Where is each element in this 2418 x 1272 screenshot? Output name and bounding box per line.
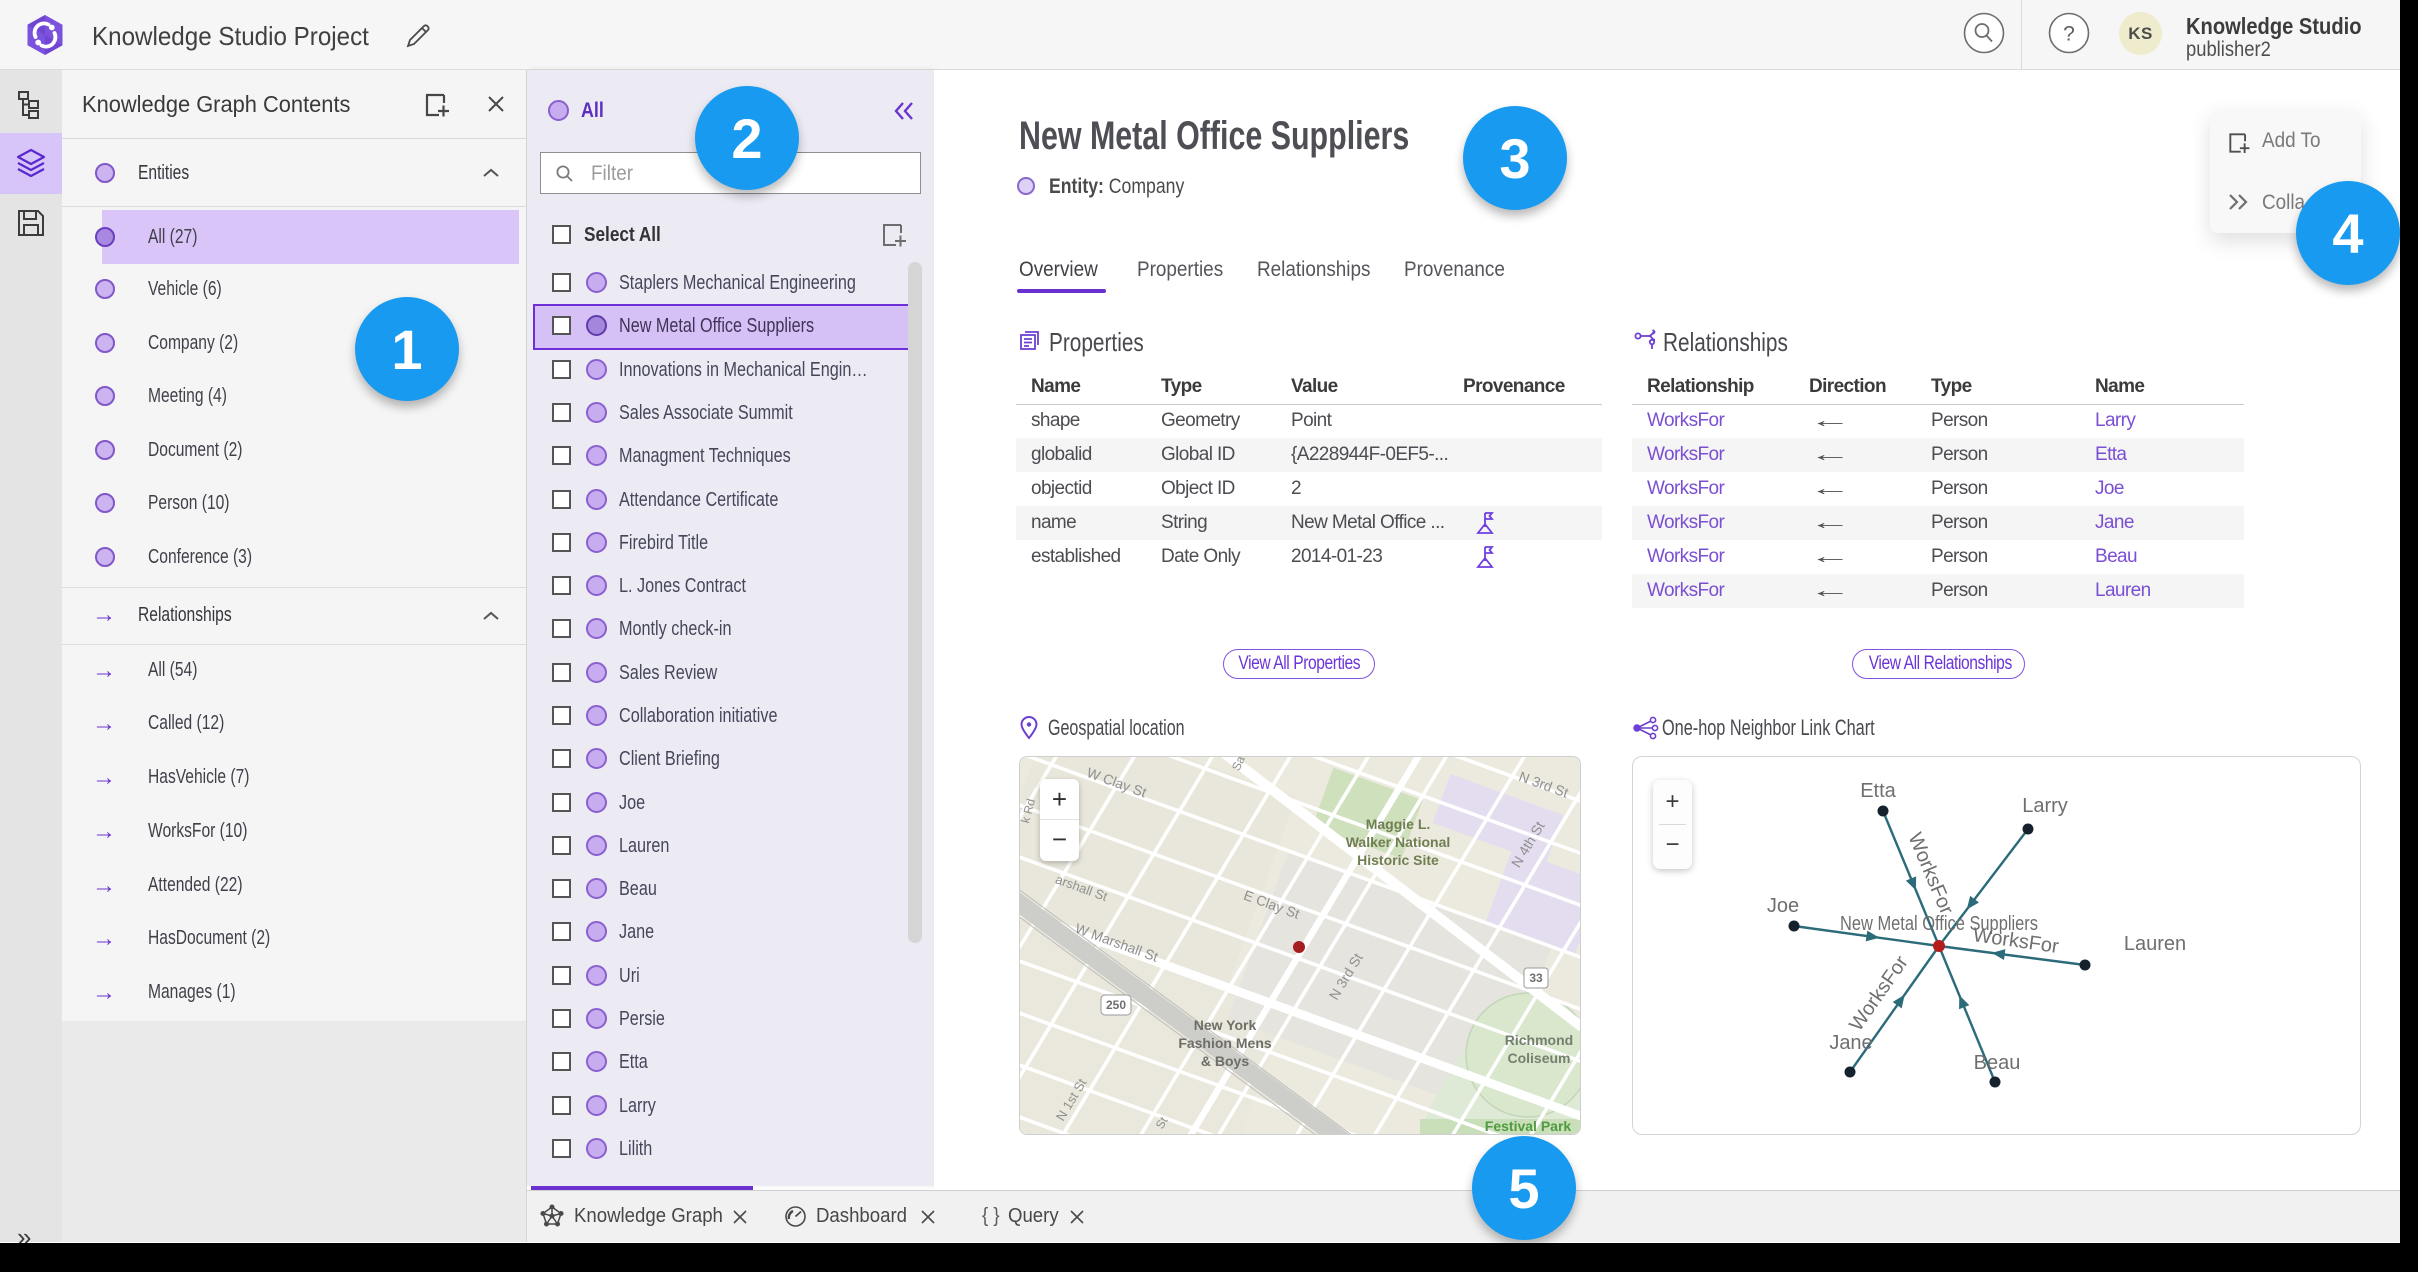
svg-text:Richmond: Richmond — [1505, 1032, 1573, 1048]
svg-text:?: ? — [2063, 23, 2075, 46]
svg-text:Fashion Mens: Fashion Mens — [1178, 1035, 1272, 1051]
svg-text:Jane: Jane — [1829, 1032, 1872, 1054]
svg-text:& Boys: & Boys — [1201, 1053, 1249, 1069]
svg-text:Joe: Joe — [1767, 895, 1799, 917]
svg-text:Beau: Beau — [1974, 1052, 2021, 1074]
svg-text:Historic Site: Historic Site — [1357, 852, 1439, 868]
svg-text:33: 33 — [1529, 971, 1543, 985]
svg-text:Coliseum: Coliseum — [1507, 1050, 1570, 1066]
svg-text:250: 250 — [1106, 998, 1126, 1012]
svg-text:WorksFor: WorksFor — [1904, 830, 1958, 918]
svg-text:Lauren: Lauren — [2124, 933, 2186, 955]
svg-text:New York: New York — [1194, 1017, 1257, 1033]
svg-text:WorksFor: WorksFor — [1845, 952, 1913, 1036]
svg-text:Maggie L.: Maggie L. — [1366, 816, 1431, 832]
svg-text:Walker National: Walker National — [1346, 834, 1451, 850]
svg-text:Etta: Etta — [1860, 780, 1896, 802]
svg-text:Larry: Larry — [2022, 795, 2068, 817]
svg-text:Festival Park: Festival Park — [1485, 1118, 1572, 1134]
